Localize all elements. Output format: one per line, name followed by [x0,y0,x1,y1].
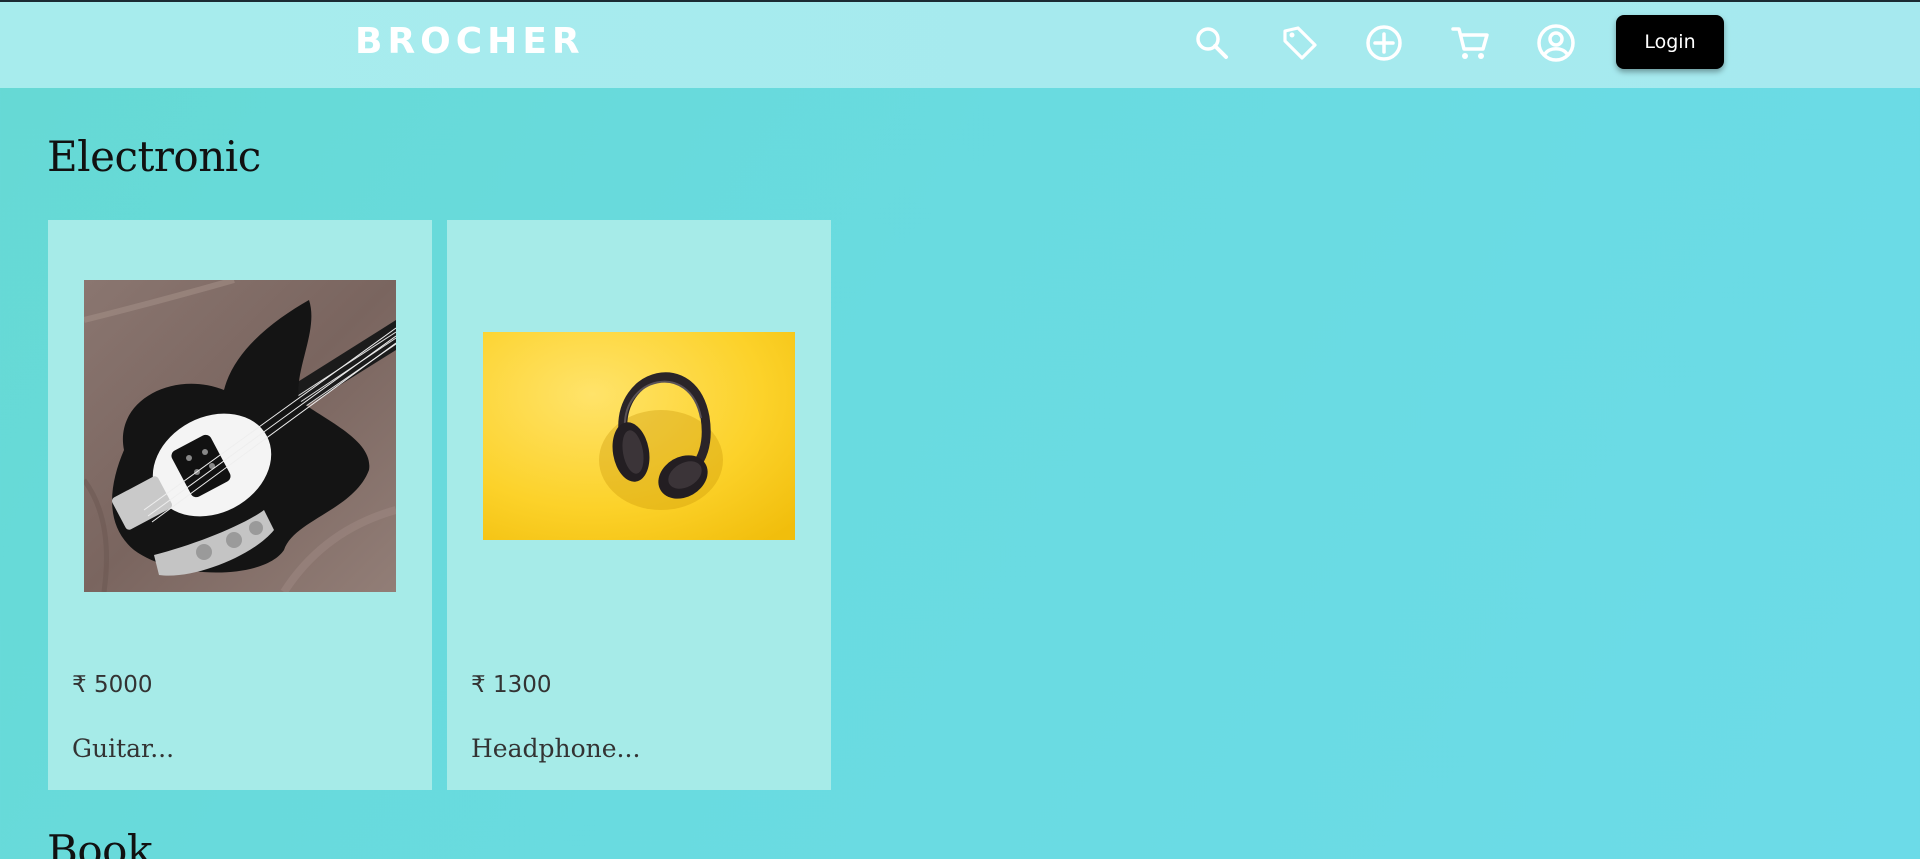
login-button[interactable]: Login [1616,15,1724,69]
search-icon[interactable] [1190,21,1234,65]
section-title-book: Book [47,826,152,859]
brand-logo[interactable]: BROCHER [355,21,585,62]
add-circle-icon[interactable] [1362,21,1406,65]
account-icon[interactable] [1534,21,1578,65]
product-price: ₹ 1300 [471,672,552,698]
product-name[interactable]: Guitar... [72,734,174,763]
product-card-guitar[interactable]: ₹ 5000 Guitar... [48,220,432,790]
product-image-headphone[interactable] [483,332,795,540]
product-name[interactable]: Headphone... [471,734,640,763]
product-price: ₹ 5000 [72,672,153,698]
top-navbar: BROCHER Login [0,2,1920,88]
tag-icon[interactable] [1278,21,1322,65]
product-image-guitar[interactable] [81,277,398,595]
product-card-headphone[interactable]: ₹ 1300 Headphone... [447,220,831,790]
cart-icon[interactable] [1448,21,1492,65]
section-title-electronic: Electronic [47,132,261,181]
